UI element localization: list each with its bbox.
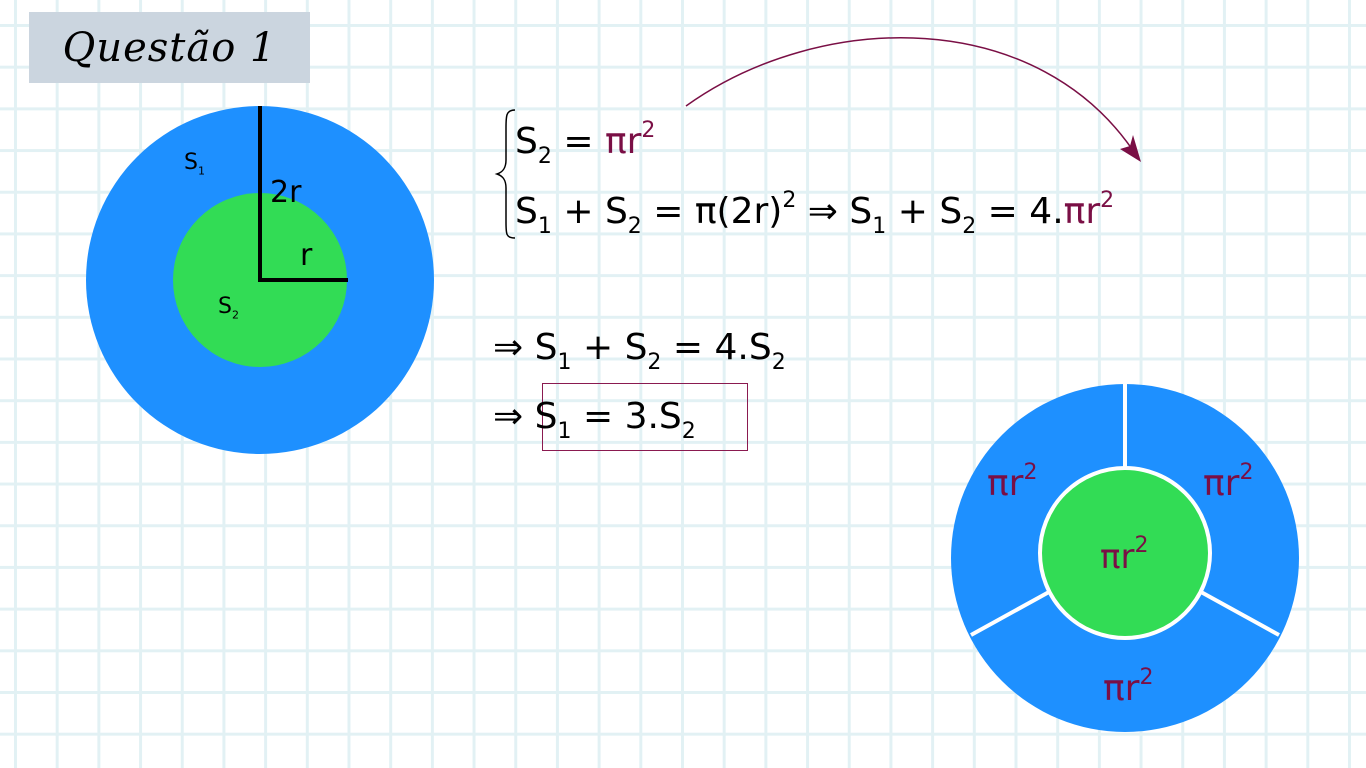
system-brace <box>494 109 516 239</box>
sector-label-right: πr2 <box>1203 460 1254 504</box>
label-2r: 2r <box>270 175 302 210</box>
label-s1: S1 <box>184 150 205 178</box>
sector-label-left: πr2 <box>987 460 1038 504</box>
label-r: r <box>300 238 313 273</box>
equation-step2: ⇒ S1 = 3.S2 <box>493 396 696 444</box>
label-s2: S2 <box>218 294 239 322</box>
equation-line2: S1 + S2 = π(2r)2 ⇒ S1 + S2 = 4.πr2 <box>515 188 1115 239</box>
curved-arrow <box>685 37 1139 159</box>
equation-step1: ⇒ S1 + S2 = 4.S2 <box>493 327 786 375</box>
arrow-head-icon <box>1120 135 1141 162</box>
sector-label-bottom: πr2 <box>1103 665 1154 709</box>
inner-label: πr2 <box>1100 533 1149 577</box>
equation-line1: S2 = πr2 <box>515 118 656 169</box>
